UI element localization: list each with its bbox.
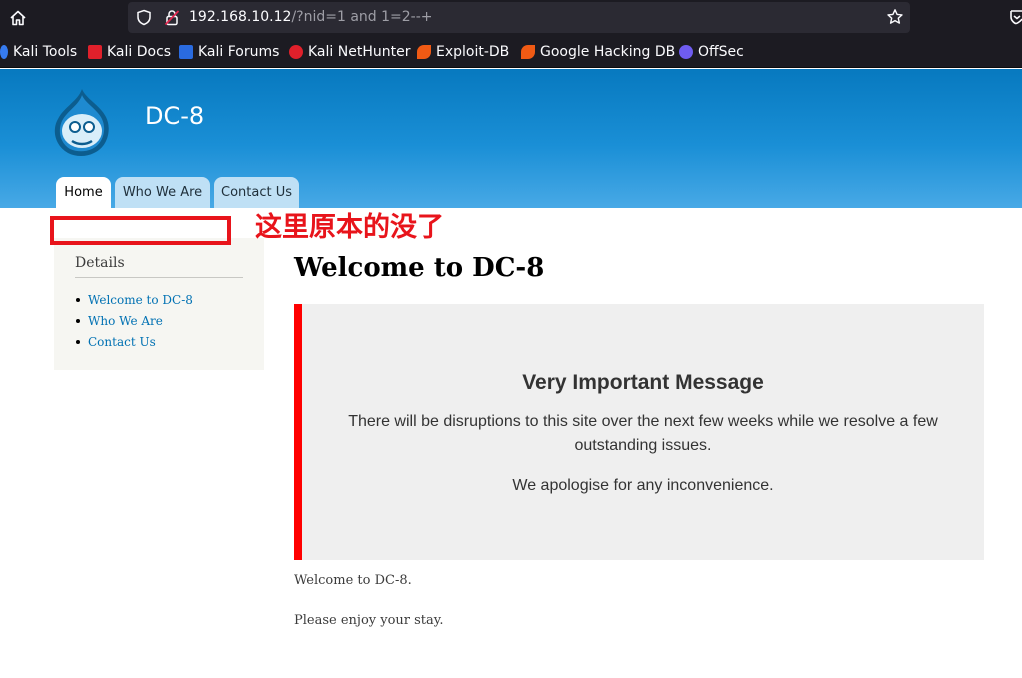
- notice-body: There will be disruptions to this site o…: [348, 413, 938, 454]
- tracking-shield-icon[interactable]: [136, 9, 152, 26]
- body-paragraph: Welcome to DC-8.: [294, 573, 412, 588]
- sidebar-link-welcome[interactable]: Welcome to DC-8: [76, 293, 193, 307]
- sidebar-link-label: Welcome to DC-8: [88, 293, 193, 307]
- tab-contact-us[interactable]: Contact Us: [214, 177, 299, 208]
- drupal-logo-icon[interactable]: [50, 87, 114, 157]
- site-name[interactable]: DC-8: [145, 102, 204, 130]
- bullet-icon: [76, 319, 80, 323]
- annotation-text: 这里原本的没了: [255, 212, 444, 243]
- url-text[interactable]: 192.168.10.12/?nid=1 and 1=2--+: [189, 9, 433, 26]
- bookmark-kali-docs[interactable]: Kali Docs: [88, 43, 171, 61]
- sidebar-link-label: Who We Are: [88, 314, 163, 328]
- tab-home[interactable]: Home: [56, 177, 111, 208]
- body-paragraph: Please enjoy your stay.: [294, 613, 444, 628]
- bookmark-kali-nethunter[interactable]: Kali NetHunter: [289, 43, 410, 61]
- bookmark-exploit-db[interactable]: Exploit-DB: [417, 43, 509, 61]
- bookmark-label: Kali Docs: [107, 44, 172, 60]
- ghdb-icon: [521, 45, 535, 59]
- divider: [75, 277, 243, 278]
- tab-who-we-are[interactable]: Who We Are: [115, 177, 210, 208]
- home-button[interactable]: [4, 4, 32, 32]
- bookmark-label: Google Hacking DB: [540, 44, 676, 60]
- sidebar-title: Details: [75, 255, 125, 271]
- notice-title: Very Important Message: [522, 371, 764, 394]
- exploit-db-icon: [417, 45, 431, 59]
- bookmark-label: Kali Forums: [198, 44, 280, 60]
- insecure-lock-icon[interactable]: [164, 9, 180, 26]
- bookmark-star-icon[interactable]: [886, 8, 904, 26]
- url-path: /?nid=1 and 1=2--+: [291, 9, 433, 25]
- sidebar-link-who-we-are[interactable]: Who We Are: [76, 314, 163, 328]
- page-title: Welcome to DC-8: [294, 253, 545, 283]
- annotation-highlight-box: [50, 216, 231, 245]
- home-icon: [10, 10, 26, 26]
- bookmark-offsec[interactable]: OffSec: [679, 43, 744, 61]
- bookmark-kali-forums[interactable]: Kali Forums: [179, 43, 279, 61]
- important-message-box: Very Important Message There will be dis…: [294, 304, 984, 560]
- bookmark-label: Kali NetHunter: [308, 44, 411, 60]
- browser-toolbar: 192.168.10.12/?nid=1 and 1=2--+: [0, 0, 1022, 36]
- bookmark-label: Kali Tools: [13, 44, 78, 60]
- sidebar-link-label: Contact Us: [88, 335, 156, 349]
- bullet-icon: [76, 340, 80, 344]
- address-bar[interactable]: 192.168.10.12/?nid=1 and 1=2--+: [128, 2, 910, 33]
- bookmark-label: Exploit-DB: [436, 44, 510, 60]
- url-host: 192.168.10.12: [189, 9, 292, 25]
- offsec-icon: [679, 45, 693, 59]
- sidebar-link-contact-us[interactable]: Contact Us: [76, 335, 156, 349]
- site-header: DC-8 Home Who We Are Contact Us: [0, 69, 1022, 208]
- bookmarks-toolbar: Kali Tools Kali Docs Kali Forums Kali Ne…: [0, 36, 1022, 68]
- notice-apology: We apologise for any inconvenience.: [512, 477, 774, 494]
- pocket-icon[interactable]: [1010, 8, 1022, 26]
- bullet-icon: [76, 298, 80, 302]
- bookmark-label: OffSec: [698, 44, 744, 60]
- sidebar-block: Details Welcome to DC-8 Who We Are Conta…: [54, 238, 264, 370]
- kali-tools-icon: [0, 45, 8, 59]
- kali-docs-icon: [88, 45, 102, 59]
- bookmark-ghdb[interactable]: Google Hacking DB: [521, 43, 675, 61]
- bookmark-kali-tools[interactable]: Kali Tools: [0, 43, 77, 61]
- kali-forums-icon: [179, 45, 193, 59]
- kali-nethunter-icon: [289, 45, 303, 59]
